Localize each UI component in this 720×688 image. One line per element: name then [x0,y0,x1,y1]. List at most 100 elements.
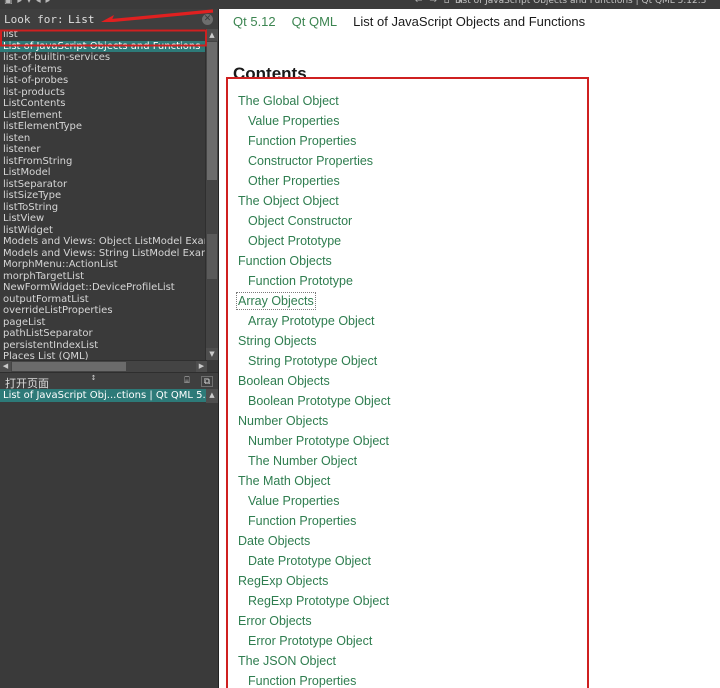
index-list-item[interactable]: ListContents [0,98,207,110]
toc-link-label: Date Objects [238,534,311,548]
index-list-item[interactable]: Places List (QML) [0,351,207,360]
index-results-list[interactable]: list List of JavaScript Objects and Funct… [0,29,207,360]
index-list-item[interactable]: list-of-builtin-services [0,52,207,64]
index-list-item[interactable]: listen [0,133,207,145]
clear-search-icon[interactable]: ✕ [202,14,213,25]
index-list-item[interactable]: pathListSeparator [0,328,207,340]
index-list-item[interactable]: Models and Views: Object ListModel Examp… [0,236,207,248]
index-list-item[interactable]: persistentIndexList [0,340,207,352]
toolbar-left-icons[interactable]: ▣ ▸ ▾ ◂ ▸ [4,0,51,6]
open-pages-list[interactable]: List of JavaScript Obj...ctions | Qt QML… [0,389,207,403]
index-sidebar: Look for: ✕ listList of JavaScript Objec… [0,9,219,688]
toc-link-label: Other Properties [248,174,340,188]
toc-link[interactable]: Date Objects [233,531,583,551]
toc-link[interactable]: Number Prototype Object [233,431,583,451]
index-list-item[interactable]: listElementType [0,121,207,133]
index-list-item[interactable]: listSizeType [0,190,207,202]
toolbar-document-title: List of JavaScript Objects and Functions… [455,0,707,6]
toc-link[interactable]: Boolean Prototype Object [233,391,583,411]
toc-link-label: RegExp Prototype Object [248,594,390,608]
index-list-item[interactable]: pageList [0,317,207,329]
toc-link[interactable]: Function Properties [233,511,583,531]
index-list-item[interactable]: list-of-probes [0,75,207,87]
split-view-icon[interactable]: ⌸ [181,376,193,387]
toc-link[interactable]: Function Prototype [233,271,583,291]
index-list-item[interactable]: listSeparator [0,179,207,191]
index-list-item[interactable]: morphTargetList [0,271,207,283]
scroll-thumb[interactable] [207,42,217,180]
toc-link[interactable]: Date Prototype Object [233,551,583,571]
toc-link[interactable]: The JSON Object [233,651,583,671]
toc-link[interactable]: Constructor Properties [233,151,583,171]
index-list-item[interactable]: ListView [0,213,207,225]
search-row: Look for: ✕ [0,9,218,30]
toc-link-label: Date Prototype Object [248,554,371,568]
toc-link[interactable]: RegExp Prototype Object [233,591,583,611]
toc-link[interactable]: Function Properties [233,131,583,151]
toc-link[interactable]: Value Properties [233,111,583,131]
search-input[interactable] [68,11,198,27]
toc-link[interactable]: Error Objects [233,611,583,631]
toc-link-label: The Math Object [238,474,331,488]
scroll-thumb-secondary[interactable] [207,234,217,279]
toc-link-label: Function Properties [248,134,357,148]
open-pages-scroll-up-icon[interactable]: ▲ [206,389,218,403]
toc-link-label: Function Properties [248,514,357,528]
toc-link-label: Value Properties [248,114,340,128]
index-list-item[interactable]: list-of-items [0,64,207,76]
toc-link[interactable]: Error Prototype Object [233,631,583,651]
scroll-down-arrow-icon[interactable]: ▼ [206,348,218,360]
scroll-right-arrow-icon[interactable]: ▶ [196,361,207,372]
open-page-item[interactable]: List of JavaScript Obj...ctions | Qt QML… [0,389,207,402]
toc-link[interactable]: Array Objects [233,291,583,311]
detach-panel-icon[interactable]: ⧉ [201,376,213,387]
index-list-item[interactable]: listener [0,144,207,156]
index-list-item[interactable]: listFromString [0,156,207,168]
toc-link-label: Array Prototype Object [248,314,375,328]
index-list-item[interactable]: NewFormWidget::DeviceProfileList [0,282,207,294]
help-viewer-window: ▣ ▸ ▾ ◂ ▸ ← → ⌂ ★ List of JavaScript Obj… [0,0,720,688]
toc-link-label: Function Prototype [248,274,353,288]
open-pages-combo-arrows-icon[interactable]: ↕ [89,375,98,388]
toc-link[interactable]: The Math Object [233,471,583,491]
toc-link-label: The Number Object [248,454,358,468]
toc-link[interactable]: Number Objects [233,411,583,431]
toc-link-label: Boolean Objects [238,374,330,388]
index-list-item[interactable]: listWidget [0,225,207,237]
table-of-contents[interactable]: The Global Object Value Properties Functio… [233,91,583,688]
toc-link[interactable]: Other Properties [233,171,583,191]
index-list-item[interactable]: overrideListProperties [0,305,207,317]
index-list-item[interactable]: list-products [0,87,207,99]
index-horizontal-scrollbar[interactable]: ◀ ▶ [0,360,207,372]
index-list-item[interactable]: List of JavaScript Objects and Functions [0,40,207,52]
toc-link-label: Constructor Properties [248,154,374,168]
toc-link[interactable]: Function Objects [233,251,583,271]
toc-link[interactable]: Boolean Objects [233,371,583,391]
toc-link[interactable]: Array Prototype Object [233,311,583,331]
sidebar-empty-area [0,403,218,688]
index-list-item[interactable]: ListModel [0,167,207,179]
breadcrumb-link[interactable]: Qt 5.12 [233,14,276,29]
toc-link[interactable]: The Number Object [233,451,583,471]
index-list-item[interactable]: list [0,29,207,41]
toc-link[interactable]: Object Prototype [233,231,583,251]
toc-link[interactable]: String Prototype Object [233,351,583,371]
scroll-up-arrow-icon[interactable]: ▲ [206,29,218,41]
toc-link-label: Object Constructor [248,214,353,228]
index-list-item[interactable]: Models and Views: String ListModel Examp… [0,248,207,260]
toc-link[interactable]: The Object Object [233,191,583,211]
toc-link[interactable]: Function Properties [233,671,583,688]
index-list-item[interactable]: listToString [0,202,207,214]
toc-link[interactable]: Object Constructor [233,211,583,231]
index-list-item[interactable]: outputFormatList [0,294,207,306]
horizontal-scroll-thumb[interactable] [12,362,126,371]
index-vertical-scrollbar[interactable]: ▲ ▼ [205,29,218,360]
toc-link[interactable]: Value Properties [233,491,583,511]
index-list-item[interactable]: ListElement [0,110,207,122]
toc-link[interactable]: The Global Object [233,91,583,111]
toc-link[interactable]: String Objects [233,331,583,351]
toc-link[interactable]: RegExp Objects [233,571,583,591]
index-list-item[interactable]: MorphMenu::ActionList [0,259,207,271]
breadcrumb-link[interactable]: Qt QML [292,14,338,29]
scroll-left-arrow-icon[interactable]: ◀ [0,361,11,372]
